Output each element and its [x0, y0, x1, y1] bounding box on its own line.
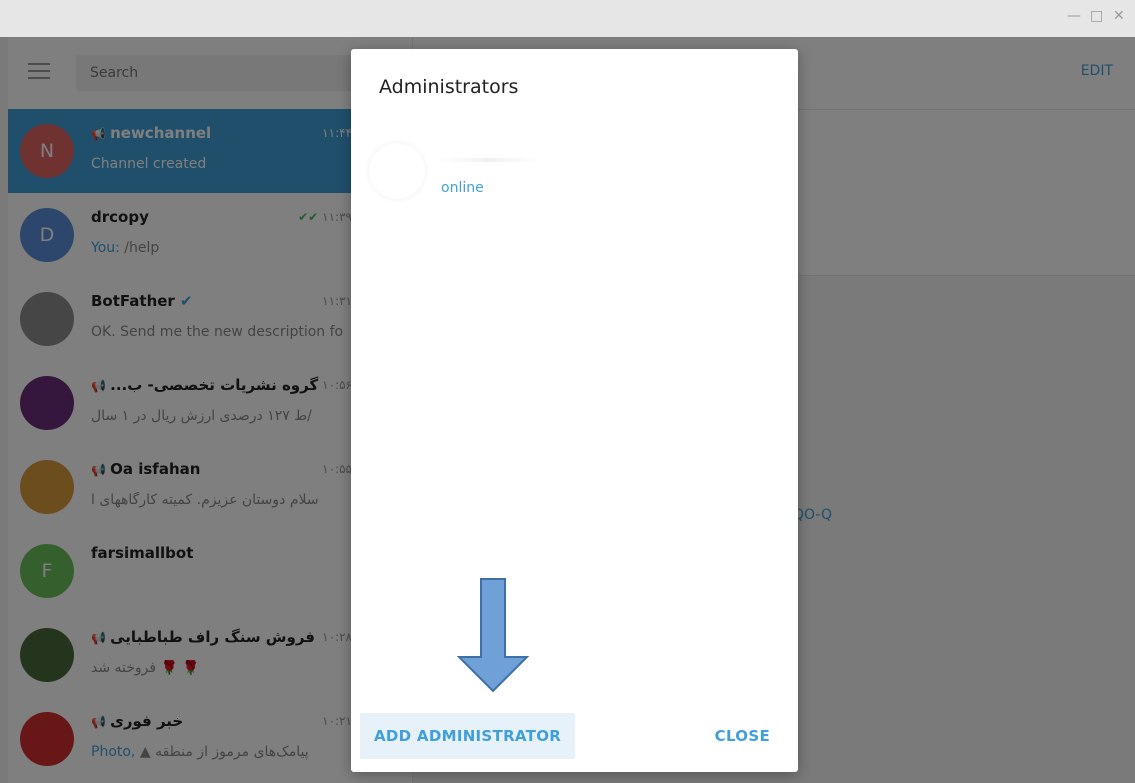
admin-list-item[interactable]: online [351, 137, 798, 211]
close-dialog-button[interactable]: CLOSE [701, 713, 784, 759]
admin-status: online [441, 180, 484, 196]
minimize-button[interactable]: — [1067, 8, 1081, 24]
admin-name-redacted [439, 158, 537, 162]
dialog-title: Administrators [379, 76, 519, 98]
maximize-button[interactable]: □ [1090, 8, 1103, 24]
administrators-dialog: Administrators online ADD ADMINISTRATOR … [351, 49, 798, 772]
window-titlebar: — □ ✕ [0, 0, 1135, 37]
add-administrator-button[interactable]: ADD ADMINISTRATOR [360, 713, 576, 759]
down-arrow-annotation [457, 578, 529, 693]
avatar [369, 143, 425, 199]
close-window-button[interactable]: ✕ [1113, 8, 1125, 24]
